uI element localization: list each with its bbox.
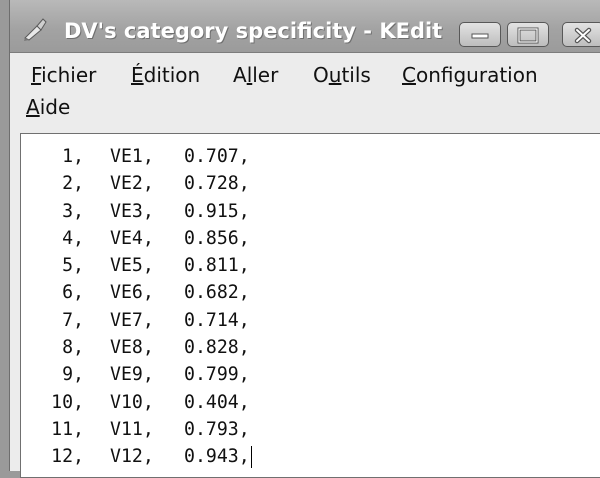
- window-title: DV's category specificity - KEdit: [64, 19, 443, 43]
- text-line: 5, VE5, 0.811,: [42, 252, 252, 279]
- line-number: 5,: [62, 255, 84, 277]
- menu-label: Édition: [131, 63, 201, 87]
- text-line: 1, VE1, 0.707,: [42, 143, 252, 170]
- title-bar[interactable]: DV's category specificity - KEdit: [10, 0, 600, 53]
- line-id: VE5,: [110, 255, 154, 277]
- text-line: 6, VE6, 0.682,: [42, 279, 252, 306]
- menu-edition[interactable]: Édition: [131, 64, 200, 86]
- close-button[interactable]: [562, 22, 600, 47]
- line-value: 0.811,: [184, 255, 250, 277]
- line-value: 0.714,: [184, 309, 250, 331]
- line-id: VE6,: [110, 282, 154, 304]
- line-number: 4,: [62, 227, 84, 249]
- line-value: 0.682,: [184, 282, 250, 304]
- line-number: 7,: [62, 309, 84, 331]
- menu-fichier[interactable]: Fichier: [31, 64, 96, 86]
- line-number: 11,: [51, 418, 84, 440]
- line-number: 12,: [51, 446, 84, 468]
- line-number: 1,: [62, 146, 84, 167]
- minimize-icon: [471, 33, 489, 39]
- menu-outils[interactable]: Outils: [313, 64, 371, 86]
- line-id: VE4,: [110, 227, 154, 249]
- text-line: 8, VE8, 0.828,: [42, 334, 252, 361]
- line-number: 2,: [62, 173, 84, 195]
- text-line: 2, VE2, 0.728,: [42, 170, 252, 197]
- menu-aller[interactable]: Aller: [233, 64, 278, 86]
- minimize-button[interactable]: [459, 22, 501, 47]
- menu-label: Aide: [26, 95, 71, 119]
- menu-label: Outils: [313, 63, 371, 87]
- line-id: VE8,: [110, 337, 154, 359]
- line-value: 0.404,: [184, 391, 250, 413]
- menu-configuration[interactable]: Configuration: [402, 64, 538, 86]
- maximize-button[interactable]: [507, 22, 549, 47]
- menu-label: Configuration: [402, 63, 538, 87]
- line-id: VE7,: [110, 309, 154, 331]
- kedit-window: DV's category specificity - KEdit Fichie…: [9, 0, 600, 478]
- line-number: 8,: [62, 337, 84, 359]
- close-icon: [574, 27, 592, 44]
- text-line: 9, VE9, 0.799,: [42, 361, 252, 388]
- line-value: 0.856,: [184, 227, 250, 249]
- line-id: VE9,: [110, 364, 154, 386]
- text-line: 10, V10, 0.404,: [42, 389, 252, 416]
- kedit-app-icon[interactable]: [22, 16, 48, 42]
- line-number: 3,: [62, 200, 84, 222]
- line-value: 0.943,: [184, 446, 250, 468]
- line-value: 0.728,: [184, 173, 250, 195]
- document-text: 1, VE1, 0.707, 2, VE2, 0.728, 3, VE3, 0.915, 4, VE…: [42, 143, 252, 471]
- menu-aide[interactable]: Aide: [26, 96, 70, 118]
- line-value: 0.707,: [184, 146, 250, 167]
- maximize-icon: [517, 27, 539, 44]
- line-number: 9,: [62, 364, 84, 386]
- line-id: VE1,: [110, 146, 154, 167]
- text-line: 11, V11, 0.793,: [42, 416, 252, 443]
- menu-label: Aller: [233, 63, 279, 87]
- text-cursor: [250, 445, 252, 468]
- line-id: VE2,: [110, 173, 154, 195]
- line-value: 0.915,: [184, 200, 250, 222]
- line-id: VE3,: [110, 200, 154, 222]
- text-line: 12, V12, 0.943,: [42, 443, 252, 470]
- menu-label: Fichier: [31, 63, 97, 87]
- text-line: 3, VE3, 0.915,: [42, 198, 252, 225]
- line-value: 0.793,: [184, 418, 250, 440]
- line-id: V10,: [110, 391, 154, 413]
- line-id: V11,: [110, 418, 154, 440]
- text-editor-area[interactable]: 1, VE1, 0.707, 2, VE2, 0.728, 3, VE3, 0.915, 4, VE…: [20, 133, 600, 478]
- menu-bar: Fichier Édition Aller Outils Configurati…: [10, 53, 600, 131]
- line-value: 0.799,: [184, 364, 250, 386]
- line-value: 0.828,: [184, 337, 250, 359]
- line-number: 6,: [62, 282, 84, 304]
- line-id: V12,: [110, 446, 154, 468]
- line-number: 10,: [51, 391, 84, 413]
- text-line: 4, VE4, 0.856,: [42, 225, 252, 252]
- text-line: 7, VE7, 0.714,: [42, 307, 252, 334]
